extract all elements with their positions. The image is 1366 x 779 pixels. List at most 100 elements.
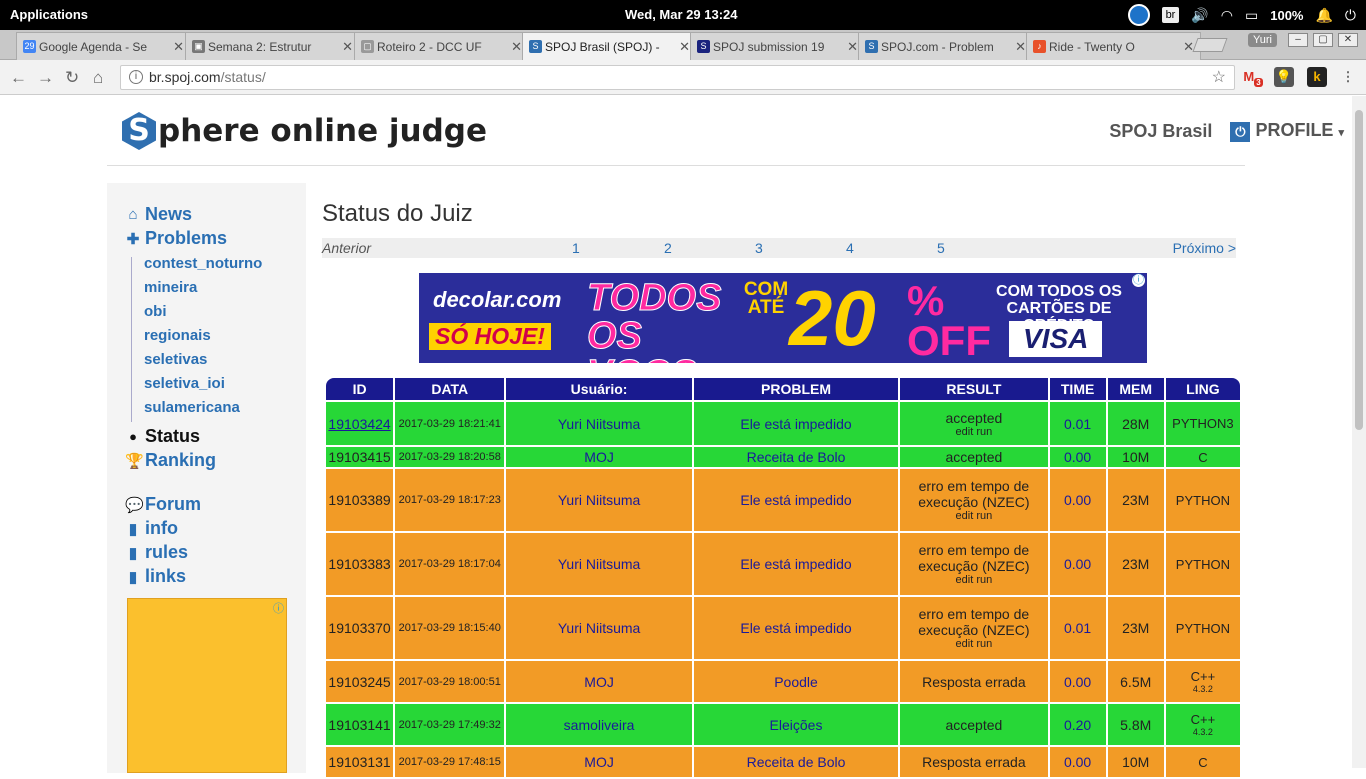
sidebar-forum[interactable]: 💬 Forum bbox=[125, 494, 201, 515]
sidebar-links[interactable]: ▮ links bbox=[125, 566, 186, 587]
tab-close-icon[interactable]: ✕ bbox=[342, 39, 353, 55]
menu-icon[interactable]: ⋮ bbox=[1338, 67, 1358, 87]
maximize-button[interactable]: ▢ bbox=[1313, 33, 1333, 47]
column-header[interactable]: TIME bbox=[1049, 378, 1106, 400]
submission-id[interactable]: 19103141 bbox=[326, 704, 394, 745]
browser-tab[interactable]: ▢ Roteiro 2 - DCC UF ✕ bbox=[354, 32, 529, 60]
browser-tab[interactable]: ♪ Ride - Twenty O ✕ bbox=[1026, 32, 1201, 60]
column-header[interactable]: DATA bbox=[395, 378, 505, 400]
banner-advertisement[interactable]: decolar.com SÓ HOJE! TODOS OS VOOS COM A… bbox=[419, 273, 1147, 363]
reload-icon[interactable]: ↻ bbox=[65, 68, 79, 88]
keyboard-layout[interactable]: br bbox=[1161, 7, 1180, 23]
sidebar-subitem-sulamericana[interactable]: sulamericana bbox=[144, 399, 240, 416]
submission-id[interactable]: 19103415 bbox=[326, 447, 394, 467]
tab-close-icon[interactable]: ✕ bbox=[1015, 39, 1026, 55]
wifi-icon[interactable]: ◠ bbox=[1221, 7, 1233, 24]
tab-close-icon[interactable]: ✕ bbox=[173, 39, 184, 55]
submission-id[interactable]: 19103370 bbox=[326, 597, 394, 659]
run-time[interactable]: 0.00 bbox=[1049, 661, 1106, 702]
run-time[interactable]: 0.00 bbox=[1049, 747, 1106, 777]
site-logo[interactable]: S phere online judge bbox=[122, 112, 487, 150]
submission-id[interactable]: 19103389 bbox=[326, 469, 394, 531]
tab-close-icon[interactable]: ✕ bbox=[847, 39, 858, 55]
column-header[interactable]: RESULT bbox=[900, 378, 1048, 400]
clock[interactable]: Wed, Mar 29 13:24 bbox=[625, 7, 737, 22]
tab-close-icon[interactable]: ✕ bbox=[1183, 39, 1194, 55]
submission-id[interactable]: 19103383 bbox=[326, 533, 394, 595]
column-header[interactable]: MEM bbox=[1107, 378, 1164, 400]
run-time[interactable]: 0.00 bbox=[1049, 447, 1106, 467]
applications-menu[interactable]: Applications bbox=[10, 7, 88, 22]
sidebar-news[interactable]: ⌂ News bbox=[125, 204, 192, 225]
column-header[interactable]: Usuário: bbox=[506, 378, 692, 400]
user-link[interactable]: Yuri Niitsuma bbox=[506, 402, 692, 445]
column-header[interactable]: ID bbox=[326, 378, 394, 400]
scrollbar-thumb[interactable] bbox=[1355, 110, 1363, 430]
browser-tab[interactable]: S SPOJ submission 19 ✕ bbox=[690, 32, 865, 60]
notifications-icon[interactable]: 🔔 bbox=[1315, 7, 1332, 24]
user-link[interactable]: MOJ bbox=[506, 747, 692, 777]
spoj-brasil-link[interactable]: SPOJ Brasil bbox=[1109, 121, 1212, 142]
profile-menu[interactable]: ⏻ PROFILE ▾ bbox=[1230, 120, 1344, 142]
submission-id[interactable]: 19103131 bbox=[326, 747, 394, 777]
sidebar-subitem-regionais[interactable]: regionais bbox=[144, 327, 211, 344]
sidebar-info[interactable]: ▮ info bbox=[125, 518, 178, 539]
site-info-icon[interactable]: i bbox=[129, 70, 143, 84]
page-scrollbar[interactable] bbox=[1352, 96, 1366, 768]
sidebar-subitem-seletivas[interactable]: seletivas bbox=[144, 351, 207, 368]
problem-link[interactable]: Poodle bbox=[693, 661, 899, 702]
minimize-button[interactable]: – bbox=[1288, 33, 1308, 47]
user-link[interactable]: MOJ bbox=[506, 447, 692, 467]
close-window-button[interactable]: ✕ bbox=[1338, 33, 1358, 47]
sidebar-rules[interactable]: ▮ rules bbox=[125, 542, 188, 563]
user-link[interactable]: Yuri Niitsuma bbox=[506, 597, 692, 659]
power-icon[interactable]: ⏻ bbox=[1345, 7, 1356, 24]
sidebar-problems[interactable]: ✚ Problems bbox=[125, 228, 227, 249]
column-header[interactable]: LING bbox=[1165, 378, 1240, 400]
column-header[interactable]: PROBLEM bbox=[693, 378, 899, 400]
teamviewer-icon[interactable] bbox=[1127, 4, 1150, 26]
page-link-2[interactable]: 2 bbox=[664, 240, 672, 256]
next-link[interactable]: Próximo > bbox=[1173, 240, 1236, 256]
user-link[interactable]: Yuri Niitsuma bbox=[506, 533, 692, 595]
previous-link[interactable]: Anterior bbox=[322, 240, 371, 256]
run-time[interactable]: 0.20 bbox=[1049, 704, 1106, 745]
submission-id[interactable]: 19103424 bbox=[326, 402, 394, 445]
edit-run-links[interactable]: edit run bbox=[900, 426, 1047, 438]
problem-link[interactable]: Ele está impedido bbox=[693, 402, 899, 445]
user-link[interactable]: samoliveira bbox=[506, 704, 692, 745]
problem-link[interactable]: Ele está impedido bbox=[693, 469, 899, 531]
sidebar-ranking[interactable]: 🏆 Ranking bbox=[125, 450, 216, 471]
battery-icon[interactable]: ▭ bbox=[1245, 7, 1258, 24]
back-icon[interactable]: ← bbox=[10, 68, 27, 88]
sidebar-advertisement[interactable]: ⓘ bbox=[127, 598, 287, 773]
forward-icon[interactable]: → bbox=[37, 68, 54, 88]
sidebar-subitem-obi[interactable]: obi bbox=[144, 303, 167, 320]
edit-run-links[interactable]: edit run bbox=[900, 510, 1047, 522]
sidebar-subitem-contest-noturno[interactable]: contest_noturno bbox=[144, 255, 262, 272]
page-link-5[interactable]: 5 bbox=[937, 240, 945, 256]
problem-link[interactable]: Receita de Bolo bbox=[693, 447, 899, 467]
submission-id[interactable]: 19103245 bbox=[326, 661, 394, 702]
problem-link[interactable]: Ele está impedido bbox=[693, 597, 899, 659]
sidebar-status[interactable]: ● Status bbox=[125, 426, 200, 447]
edit-run-links[interactable]: edit run bbox=[900, 638, 1047, 650]
page-link-4[interactable]: 4 bbox=[846, 240, 854, 256]
home-icon[interactable]: ⌂ bbox=[93, 68, 103, 88]
user-link[interactable]: Yuri Niitsuma bbox=[506, 469, 692, 531]
browser-tab[interactable]: ▣ Semana 2: Estrutur ✕ bbox=[185, 32, 360, 60]
edit-run-links[interactable]: edit run bbox=[900, 574, 1047, 586]
ad-info-icon[interactable]: ⓘ bbox=[1132, 274, 1145, 287]
problem-link[interactable]: Eleições bbox=[693, 704, 899, 745]
bookmark-star-icon[interactable]: ☆ bbox=[1212, 67, 1226, 87]
problem-link[interactable]: Receita de Bolo bbox=[693, 747, 899, 777]
run-time[interactable]: 0.01 bbox=[1049, 597, 1106, 659]
url-field[interactable]: i br.spoj.com/status/ ☆ bbox=[120, 65, 1235, 90]
lightbulb-extension-icon[interactable]: 💡 bbox=[1274, 67, 1294, 87]
browser-tab[interactable]: S SPOJ Brasil (SPOJ) - ✕ bbox=[522, 32, 697, 60]
run-time[interactable]: 0.00 bbox=[1049, 533, 1106, 595]
run-time[interactable]: 0.00 bbox=[1049, 469, 1106, 531]
run-time[interactable]: 0.01 bbox=[1049, 402, 1106, 445]
tab-close-icon[interactable]: ✕ bbox=[679, 39, 690, 55]
browser-tab[interactable]: 29 Google Agenda - Se ✕ bbox=[16, 32, 191, 60]
